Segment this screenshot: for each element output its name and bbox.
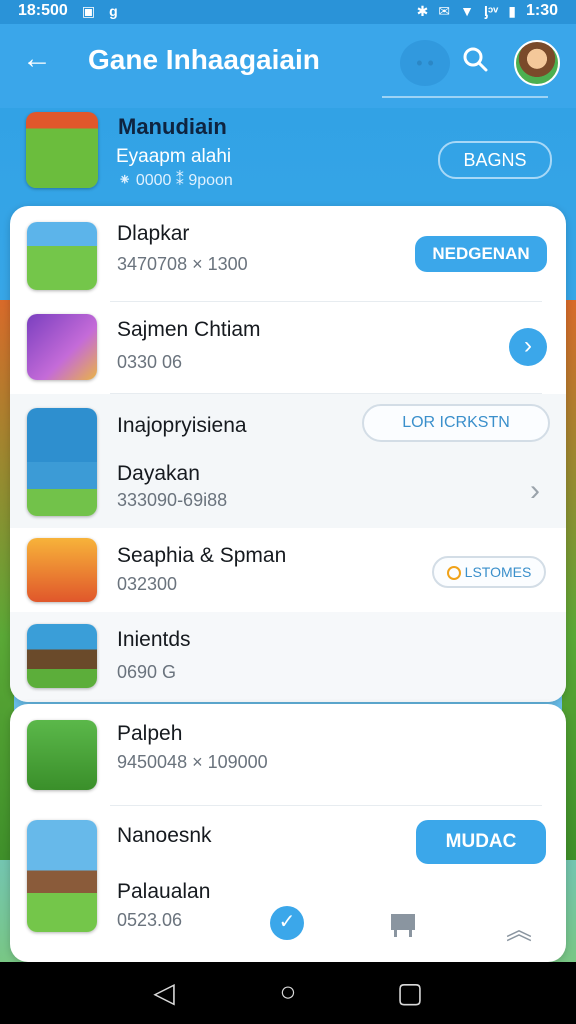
- game-icon: [27, 314, 97, 380]
- list-item-action-label: LSTOMES: [464, 564, 532, 580]
- chevron-right-icon[interactable]: ›: [509, 328, 547, 366]
- avatar[interactable]: [514, 40, 560, 86]
- list-item-meta: 0690 G: [117, 662, 177, 682]
- list-item-name: Nanoesnk: [117, 824, 212, 847]
- game-icon: [27, 820, 97, 932]
- list-item-name: Seaphia & Spman: [117, 544, 287, 567]
- list-item-name: Dlapkar: [117, 222, 190, 245]
- status-dot-icon: [446, 566, 461, 581]
- list-item[interactable]: Inajopryisiena LOR ICRKSTN Dayakan 33309…: [10, 394, 566, 528]
- status-clock: 1:30: [525, 2, 558, 19]
- list-item-action-button[interactable]: LOR ICRKSTN: [362, 404, 550, 442]
- game-icon: [27, 624, 97, 688]
- game-icon: [27, 408, 97, 516]
- wifi-icon: ▼: [460, 3, 474, 19]
- game-icon: [27, 538, 97, 602]
- bluetooth-icon: ✱: [416, 2, 429, 19]
- list-item-meta: 9450048 × 109000: [117, 752, 268, 772]
- list-item-subname: Dayakan: [117, 462, 200, 485]
- game-icon: [27, 222, 97, 290]
- list-item[interactable]: Palpeh 9450048 × 109000: [10, 704, 566, 806]
- list-item-meta: 0523.06: [117, 910, 183, 930]
- game-icon: [27, 720, 97, 790]
- featured-meta: ⁕ 0000 ⁑ 9poon: [118, 172, 233, 189]
- recents-square-icon[interactable]: ▢: [390, 976, 430, 1009]
- featured-subtitle: Eyaapm alahi: [116, 146, 232, 167]
- status-time: 18:500: [18, 2, 68, 19]
- list-item[interactable]: Seaphia & Spman 032300 LSTOMES: [10, 530, 566, 612]
- chevron-right-icon[interactable]: ›: [530, 474, 540, 508]
- page-title: Gane Inhaagaiain: [88, 44, 320, 75]
- list-item-name: Inientds: [117, 628, 191, 651]
- appbar-divider: [382, 96, 548, 98]
- app-notification-icon: ɡ: [109, 3, 118, 19]
- search-icon[interactable]: [462, 46, 488, 79]
- system-nav-bar: ◁ ○ ▢: [0, 962, 576, 1024]
- chevron-up-icon[interactable]: ︽: [506, 910, 536, 945]
- status-bar: 18:500 ▣ ɡ ✱ ✉ ▼ ᶅᵓᵛ ▮ 1:30: [0, 0, 576, 24]
- list-item[interactable]: Nanoesnk MUDAC Palaualan 0523.06 ✓ ︽: [10, 806, 566, 962]
- vibrate-icon: ✉: [438, 2, 451, 19]
- list-item[interactable]: Sajmen Chtiam 0330 06 ›: [10, 302, 566, 394]
- list-item-meta: 333090-69i88: [117, 490, 228, 510]
- list-item-name: Sajmen Chtiam: [117, 318, 261, 341]
- game-list-card: Dlapkar 3470708 × 1300 NEDGENAN Sajmen C…: [10, 206, 566, 702]
- list-item-subname: Palaualan: [117, 880, 211, 903]
- list-item[interactable]: Dlapkar 3470708 × 1300 NEDGENAN: [10, 206, 566, 302]
- game-list-card-secondary: Palpeh 9450048 × 109000 Nanoesnk MUDAC P…: [10, 704, 566, 962]
- list-item-name: Inajopryisiena: [117, 414, 247, 437]
- arrow-left-icon[interactable]: ←: [22, 44, 52, 74]
- notification-icon: ▣: [81, 2, 96, 19]
- list-item-meta: 3470708 × 1300: [117, 254, 248, 274]
- list-item-action-button[interactable]: LSTOMES: [432, 556, 546, 588]
- list-item-meta: 0330 06: [117, 352, 183, 372]
- featured-game[interactable]: Manudiain Eyaapm alahi ⁕ 0000 ⁑ 9poon BA…: [0, 108, 576, 208]
- back-triangle-icon[interactable]: ◁: [144, 976, 184, 1009]
- featured-action-button[interactable]: BAGNS: [438, 141, 552, 179]
- app-bar: ← Gane Inhaagaiain • •: [0, 24, 576, 108]
- network-label: ᶅᵓᵛ: [483, 3, 499, 19]
- more-options-button[interactable]: • •: [400, 40, 450, 86]
- list-item-meta: 032300: [117, 574, 178, 594]
- home-circle-icon[interactable]: ○: [268, 976, 308, 1008]
- list-item-action-button[interactable]: MUDAC: [416, 820, 546, 864]
- store-icon[interactable]: [388, 910, 418, 940]
- battery-icon: ▮: [508, 2, 516, 19]
- list-item[interactable]: Inientds 0690 G: [10, 612, 566, 702]
- list-item-action-button[interactable]: NEDGENAN: [415, 236, 547, 272]
- featured-title: Manudiain: [118, 114, 227, 139]
- check-icon[interactable]: ✓: [270, 906, 304, 940]
- featured-game-icon: [26, 112, 98, 188]
- list-item-name: Palpeh: [117, 722, 183, 745]
